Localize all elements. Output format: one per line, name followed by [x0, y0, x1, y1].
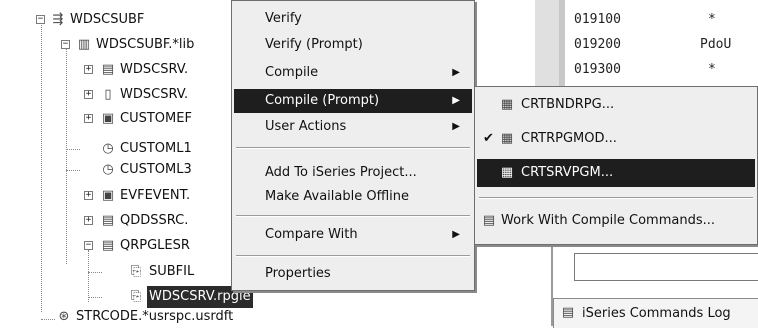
submenu-item-work-with-compile-commands[interactable]: ▤ Work With Compile Commands...	[477, 207, 755, 235]
tree-item-label: CUSTOMEF	[120, 111, 192, 126]
tree-item-wdscsrv-rpgle[interactable]: ⎘ WDSCSRV.rpgle	[0, 286, 253, 308]
menu-item-label: Properties	[265, 266, 331, 281]
tree-item-wdscsubf[interactable]: − ⇶ WDSCSUBF	[0, 9, 240, 31]
compile-command-icon: ▦	[500, 97, 514, 112]
submenu-item-label: CRTSRVPGM...	[521, 165, 614, 180]
module-icon: ▯	[104, 87, 112, 102]
tree-item-label: WDSCSUBF.*lib	[96, 37, 195, 52]
menu-item-compare-with[interactable]: Compare With ▶	[234, 223, 472, 247]
menu-separator	[479, 197, 753, 199]
tree-item-strcode[interactable]: ⊛ STRCODE.*usrspc.usrdft	[0, 306, 340, 328]
command-log-icon: ▤	[561, 305, 575, 320]
menu-item-compile[interactable]: Compile ▶	[234, 61, 472, 85]
source-file-icon: ▤	[101, 213, 115, 228]
menu-item-compile-prompt[interactable]: Compile (Prompt) ▶	[234, 89, 472, 113]
menu-item-verify-prompt[interactable]: Verify (Prompt)	[234, 33, 472, 57]
expand-toggle[interactable]: +	[84, 90, 93, 99]
sequence-number: 019300	[574, 62, 621, 77]
menu-item-label: Verify	[265, 11, 302, 26]
tab-iseries-commands-log[interactable]: ▤ iSeries Commands Log	[553, 298, 758, 328]
connection-icon: ⇶	[52, 12, 64, 27]
menu-item-label: Add To iSeries Project...	[265, 165, 417, 180]
menu-item-add-to-iseries-project[interactable]: Add To iSeries Project...	[234, 161, 472, 185]
code-line: *	[708, 62, 716, 77]
collapse-toggle[interactable]: −	[84, 241, 93, 250]
project-tree[interactable]: − ⇶ WDSCSUBF − ▥ WDSCSUBF.*lib + ▤ WDSCS…	[0, 0, 253, 326]
menu-item-properties[interactable]: Properties	[234, 262, 472, 286]
tree-item-customef[interactable]: + ▣ CUSTOMEF	[0, 108, 240, 130]
menu-item-label: Compile (Prompt)	[265, 93, 380, 108]
submenu-item-label: CRTRPGMOD...	[521, 131, 617, 146]
menu-item-label: User Actions	[265, 119, 347, 134]
tree-item-label: QDDSSRC.	[120, 213, 189, 228]
tree-item-label: SUBFIL	[149, 264, 195, 279]
collapse-toggle[interactable]: −	[61, 40, 70, 49]
tree-item-library[interactable]: − ▥ WDSCSUBF.*lib	[0, 34, 240, 56]
collapse-toggle[interactable]: −	[36, 15, 45, 24]
logical-file-icon: ◷	[102, 141, 114, 156]
command-input[interactable]	[574, 253, 758, 281]
logical-file-icon: ◷	[102, 162, 114, 177]
submenu-item-crtbndrpg[interactable]: ▦ CRTBNDRPG...	[477, 91, 755, 119]
menu-separator	[236, 255, 470, 257]
tree-item-customl1[interactable]: ◷ CUSTOML1	[0, 138, 240, 160]
member-icon: ⎘	[130, 264, 142, 279]
menu-item-verify[interactable]: Verify	[234, 7, 472, 31]
expand-toggle[interactable]: +	[84, 216, 93, 225]
tree-item-qrpglesr[interactable]: − ▤ QRPGLESR	[0, 235, 240, 257]
tree-item-label: CUSTOML3	[120, 162, 192, 177]
tree-item-wdscsrv-program[interactable]: + ▤ WDSCSRV.	[0, 59, 240, 81]
file-icon: ▣	[101, 111, 115, 126]
menu-item-make-available-offline[interactable]: Make Available Offline	[234, 185, 472, 209]
context-menu: Verify Verify (Prompt) Compile ▶ Compile…	[231, 0, 475, 291]
compile-prompt-submenu: ▦ CRTBNDRPG... ✔ ▦ CRTRPGMOD... ▦ CRTSRV…	[474, 86, 758, 245]
sequence-number: 019100	[574, 12, 621, 27]
work-with-commands-icon: ▤	[482, 213, 496, 228]
code-line: *	[708, 12, 716, 27]
checkmark-icon: ✔	[483, 131, 494, 146]
menu-separator	[236, 215, 470, 217]
tree-item-label: WDSCSUBF	[70, 12, 145, 27]
tree-item-qddssrc[interactable]: + ▤ QDDSSRC.	[0, 210, 240, 232]
expand-toggle[interactable]: +	[84, 114, 93, 123]
tree-item-customl3[interactable]: ◷ CUSTOML3	[0, 159, 240, 181]
code-line: PdoU	[700, 37, 732, 52]
submenu-item-crtsrvpgm[interactable]: ▦ CRTSRVPGM...	[477, 159, 755, 187]
tab-label: iSeries Commands Log	[582, 306, 731, 321]
member-icon: ⎘	[130, 289, 142, 304]
tree-item-label: QRPGLESR	[120, 238, 190, 253]
submenu-item-label: Work With Compile Commands...	[501, 213, 715, 228]
tree-item-evfevent[interactable]: + ▣ EVFEVENT.	[0, 185, 240, 207]
expand-toggle[interactable]: +	[84, 65, 93, 74]
menu-item-label: Compile	[265, 65, 319, 80]
tree-item-label: CUSTOML1	[120, 141, 192, 156]
sequence-number: 019200	[574, 37, 621, 52]
tree-item-label: STRCODE.*usrspc.usrdft	[76, 309, 234, 324]
submenu-arrow-icon: ▶	[452, 95, 460, 106]
user-space-icon: ⊛	[58, 309, 70, 324]
source-file-icon: ▤	[101, 238, 115, 253]
menu-item-label: Verify (Prompt)	[265, 37, 363, 52]
expand-toggle[interactable]: +	[84, 191, 93, 200]
menu-item-label: Compare With	[265, 227, 358, 242]
submenu-item-label: CRTBNDRPG...	[521, 97, 615, 112]
compile-command-icon: ▦	[500, 131, 514, 146]
menu-separator	[236, 147, 470, 149]
menu-item-label: Make Available Offline	[265, 189, 410, 204]
menu-item-user-actions[interactable]: User Actions ▶	[234, 115, 472, 139]
library-icon: ▥	[77, 37, 91, 52]
submenu-arrow-icon: ▶	[452, 229, 460, 240]
compile-command-icon: ▦	[500, 165, 514, 180]
tree-item-label: WDSCSRV.	[120, 87, 189, 102]
tree-item-label: WDSCSRV.	[120, 62, 189, 77]
submenu-item-crtrpgmod[interactable]: ✔ ▦ CRTRPGMOD...	[477, 125, 755, 153]
program-icon: ▤	[101, 62, 115, 77]
tree-item-wdscsrv-module[interactable]: + ▯ WDSCSRV.	[0, 84, 240, 106]
file-icon: ▣	[101, 188, 115, 203]
tree-item-subfil[interactable]: ⎘ SUBFIL	[0, 261, 240, 283]
submenu-arrow-icon: ▶	[452, 67, 460, 78]
submenu-arrow-icon: ▶	[452, 121, 460, 132]
tree-item-label: EVFEVENT.	[120, 188, 191, 203]
